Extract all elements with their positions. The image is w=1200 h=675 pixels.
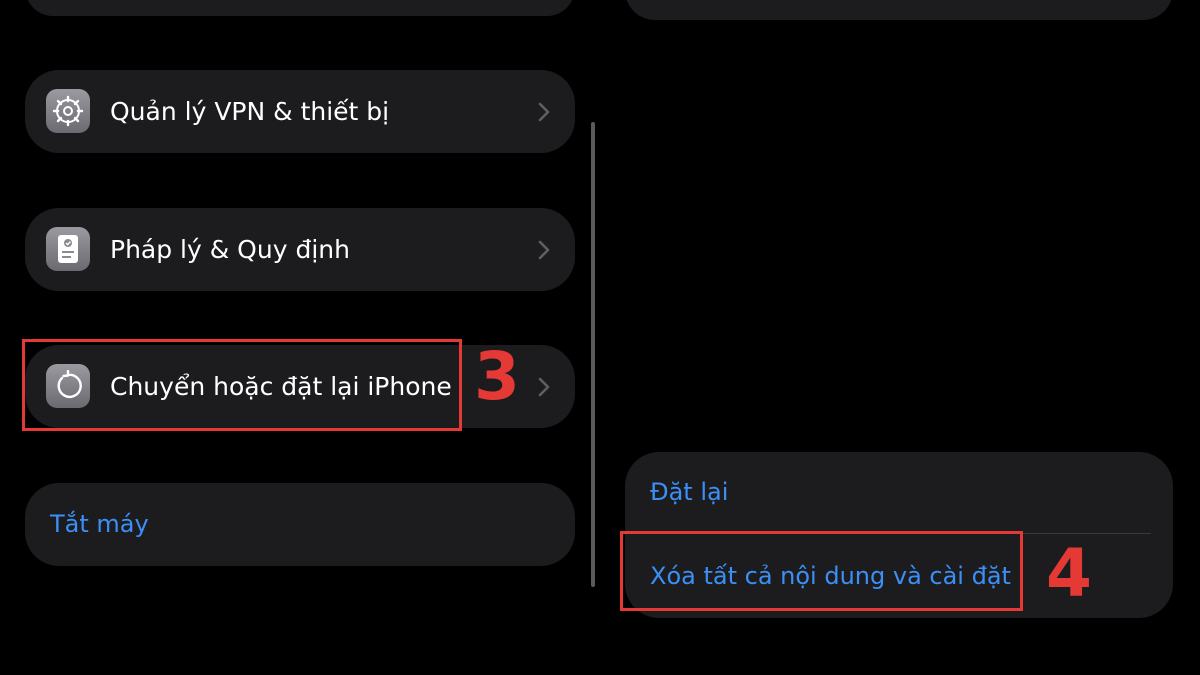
gear-icon xyxy=(46,89,90,133)
scrollbar[interactable] xyxy=(591,122,595,587)
chevron-right-icon xyxy=(538,240,550,259)
settings-screen: Quản lý VPN & thiết bị Pháp lý & Quy địn… xyxy=(0,0,1200,675)
legal-document-icon xyxy=(46,227,90,271)
top-right-card-partial xyxy=(625,0,1173,20)
step-3-number: 3 xyxy=(474,338,520,415)
vpn-device-management-cell[interactable]: Quản lý VPN & thiết bị xyxy=(25,70,575,153)
vpn-device-management-label: Quản lý VPN & thiết bị xyxy=(110,96,390,126)
reset-option[interactable]: Đặt lại xyxy=(650,478,728,506)
legal-regulatory-label: Pháp lý & Quy định xyxy=(110,234,350,264)
step-4-number: 4 xyxy=(1046,535,1092,612)
step-3-highlight xyxy=(22,339,462,431)
chevron-right-icon xyxy=(538,102,550,121)
top-left-card-partial xyxy=(25,0,575,16)
step-4-highlight xyxy=(620,531,1023,611)
shutdown-label: Tắt máy xyxy=(50,510,149,538)
chevron-right-icon xyxy=(538,377,550,396)
shutdown-cell[interactable]: Tắt máy xyxy=(25,483,575,566)
legal-regulatory-cell[interactable]: Pháp lý & Quy định xyxy=(25,208,575,291)
